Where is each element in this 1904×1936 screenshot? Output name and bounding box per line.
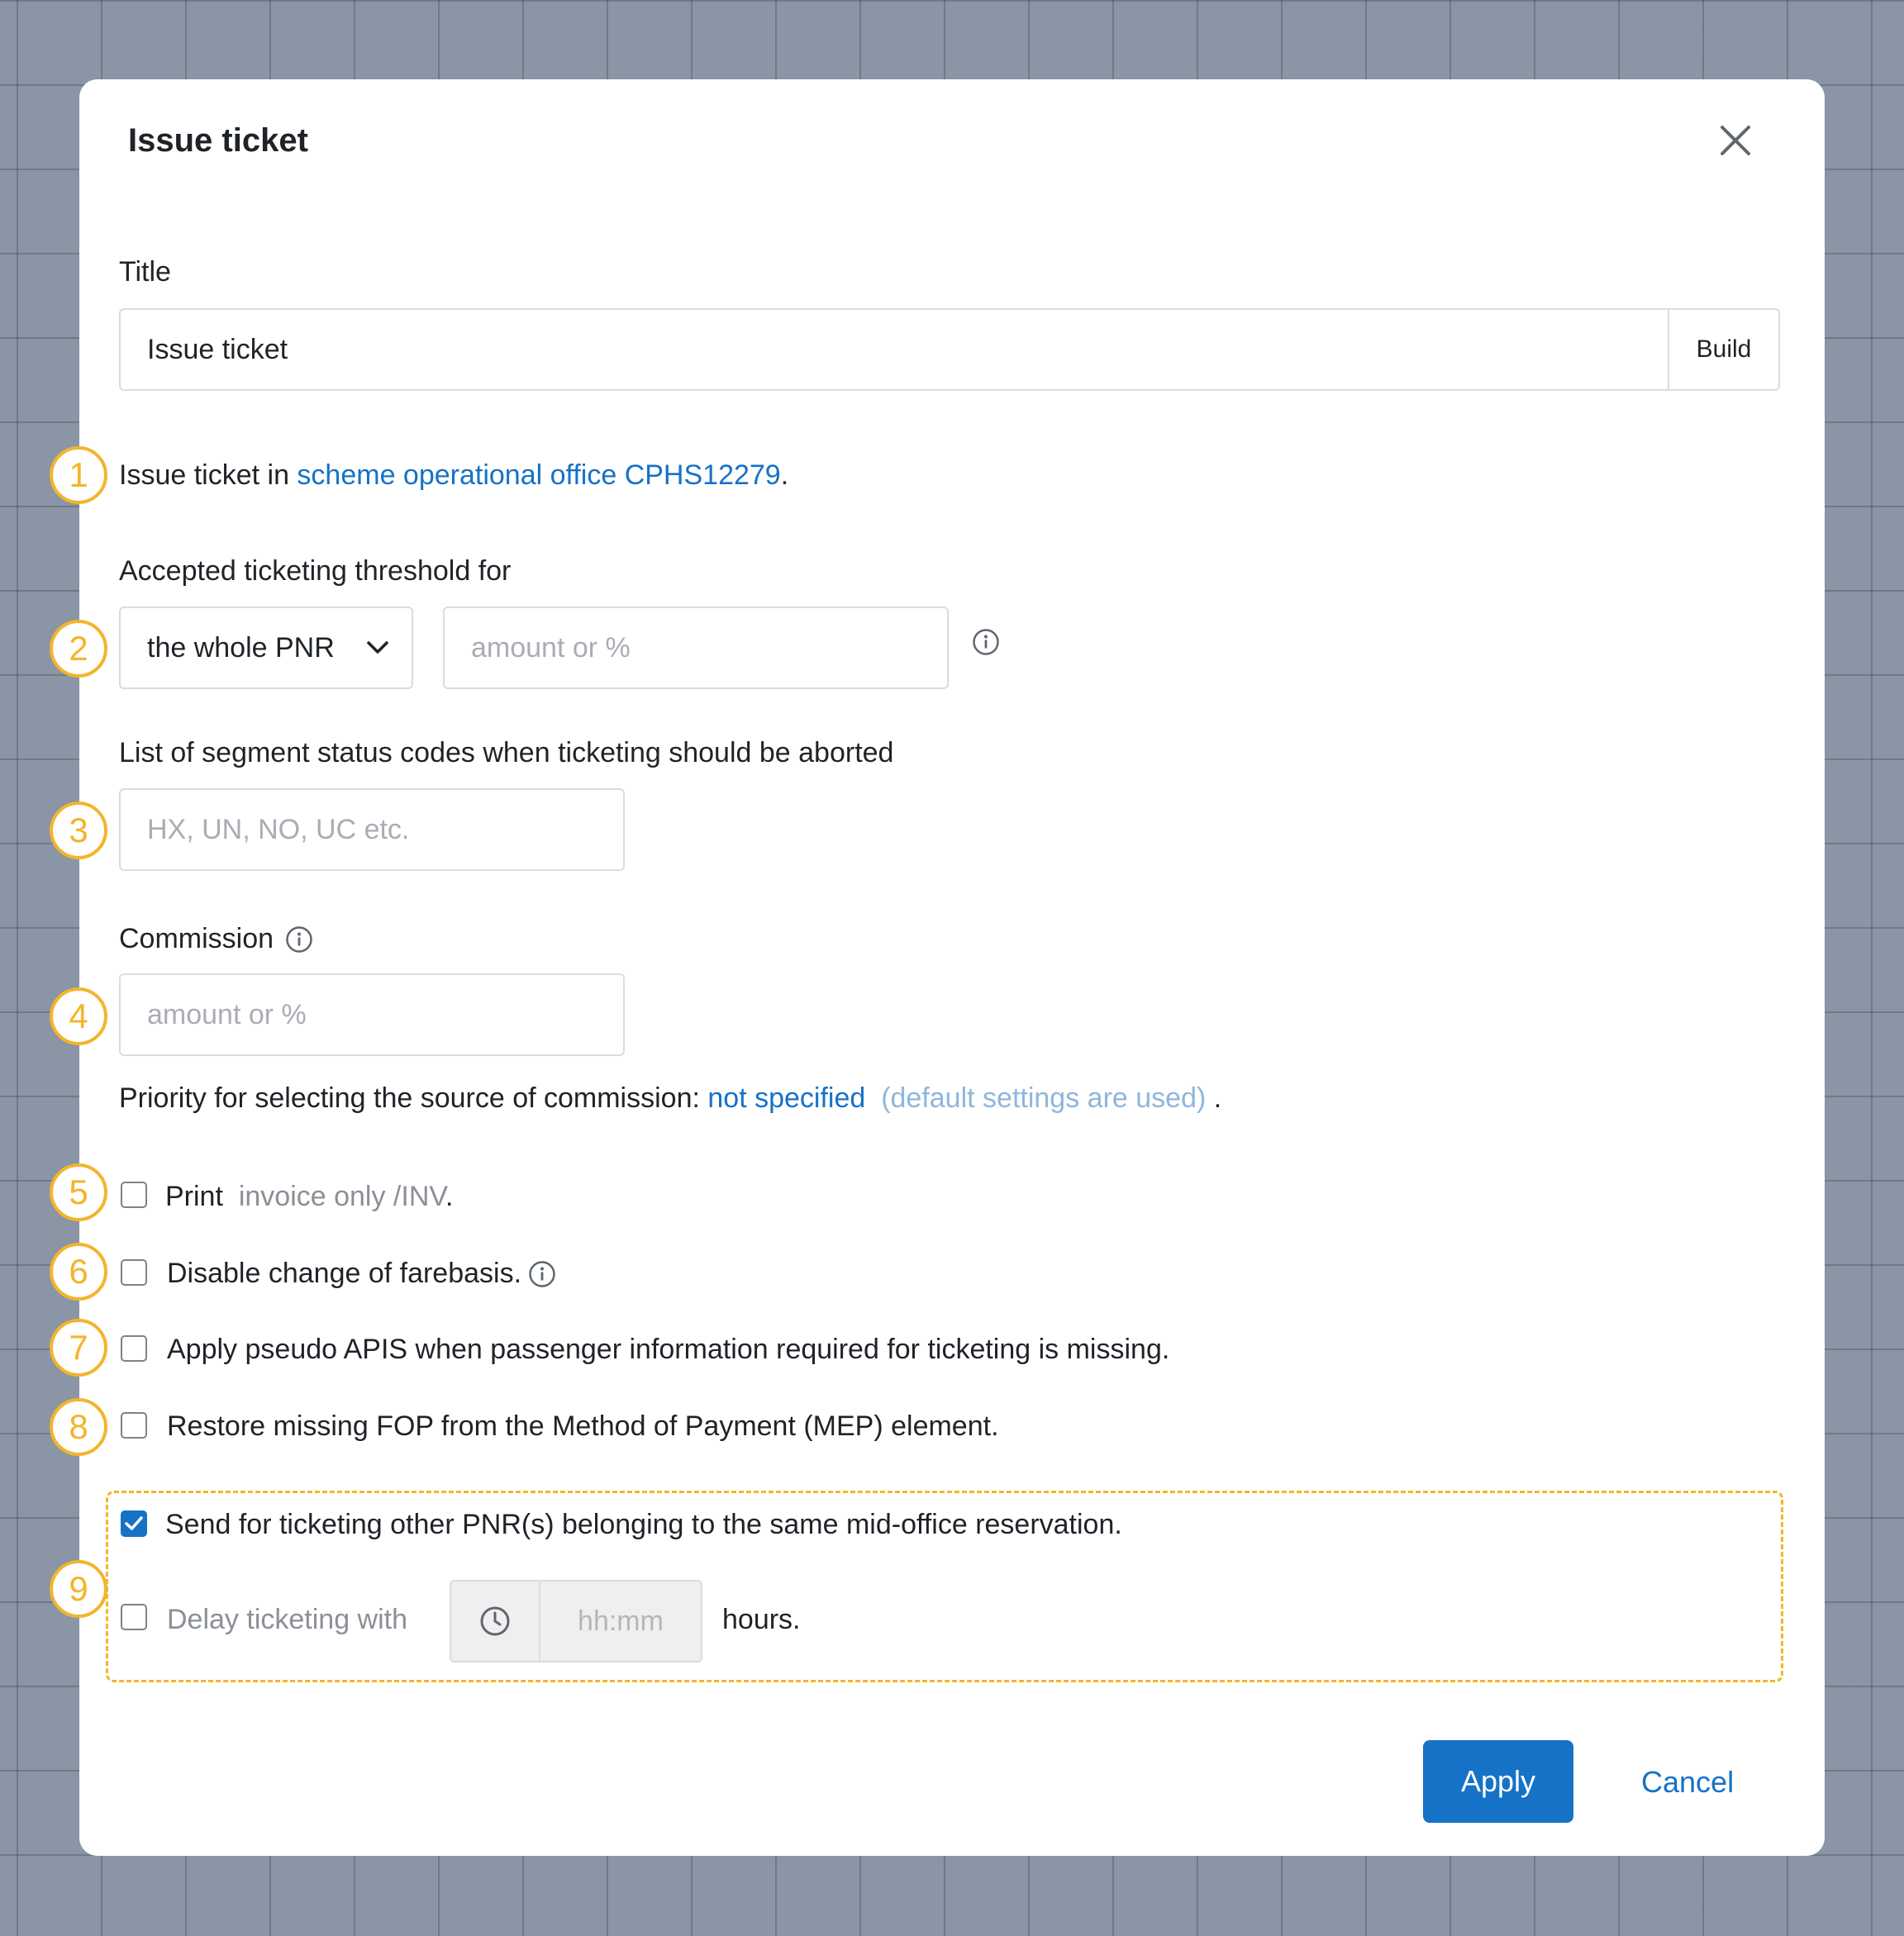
callout-badge: 2 — [50, 620, 107, 678]
threshold-amount-placeholder: amount or % — [471, 631, 631, 664]
title-label: Title — [119, 256, 171, 288]
issue-ticket-dialog: Issue ticket Title Issue ticket Build Is… — [79, 79, 1825, 1856]
delay-suffix: hours. — [722, 1604, 801, 1635]
priority-prefix: Priority for selecting the source of com… — [119, 1082, 708, 1114]
pseudo-apis-checkbox[interactable] — [121, 1335, 147, 1362]
commission-label-row: Commission — [119, 923, 313, 955]
segment-status-input[interactable]: HX, UN, NO, UC etc. — [119, 788, 625, 871]
office-line-prefix: Issue ticket in — [119, 459, 298, 491]
priority-line: Priority for selecting the source of com… — [119, 1082, 1221, 1115]
office-line: Issue ticket in scheme operational offic… — [119, 459, 788, 492]
priority-link[interactable]: not specified — [707, 1082, 865, 1114]
print-label: Print — [165, 1181, 223, 1212]
disable-farebasis-row: Disable change of farebasis. — [167, 1258, 556, 1290]
delay-ticketing-label: Delay ticketing with — [167, 1604, 408, 1635]
close-icon[interactable] — [1716, 121, 1755, 160]
check-icon — [125, 1516, 143, 1530]
print-invoice-checkbox[interactable] — [121, 1182, 147, 1208]
callout-badge: 4 — [50, 987, 107, 1045]
callout-badge: 3 — [50, 802, 107, 859]
priority-suffix: . — [1213, 1082, 1222, 1114]
print-suffix: . — [445, 1181, 454, 1212]
office-link[interactable]: scheme operational office CPHS12279 — [297, 459, 780, 491]
disable-farebasis-label: Disable change of farebasis. — [167, 1258, 522, 1289]
disable-farebasis-checkbox[interactable] — [121, 1259, 147, 1286]
threshold-scope-select[interactable]: the whole PNR — [119, 606, 413, 689]
commission-input[interactable]: amount or % — [119, 973, 625, 1056]
clock-icon — [480, 1606, 510, 1636]
callout-badge: 5 — [50, 1163, 107, 1221]
info-icon[interactable] — [972, 628, 1000, 656]
restore-fop-checkbox[interactable] — [121, 1412, 147, 1439]
send-other-pnrs-label: Send for ticketing other PNR(s) belongin… — [165, 1509, 1122, 1540]
clock-icon-box — [451, 1582, 540, 1661]
delay-time-input[interactable]: hh:mm — [450, 1580, 702, 1662]
print-value: invoice only /INV — [238, 1181, 445, 1212]
build-button[interactable]: Build — [1668, 310, 1778, 389]
threshold-label: Accepted ticketing threshold for — [119, 555, 512, 587]
title-input-value: Issue ticket — [147, 333, 288, 365]
pseudo-apis-label: Apply pseudo APIS when passenger informa… — [167, 1334, 1170, 1365]
send-other-pnrs-checkbox[interactable] — [121, 1510, 147, 1537]
print-invoice-row: Print invoice only /INV. — [165, 1181, 453, 1213]
callout-badge: 6 — [50, 1243, 107, 1301]
threshold-scope-value: the whole PNR — [147, 631, 335, 664]
callout-badge: 1 — [50, 446, 107, 504]
info-icon[interactable] — [528, 1260, 556, 1288]
office-line-suffix: . — [780, 459, 789, 491]
commission-label: Commission — [119, 923, 274, 954]
info-icon[interactable] — [285, 925, 313, 954]
delay-time-placeholder: hh:mm — [578, 1605, 664, 1637]
apply-button[interactable]: Apply — [1423, 1740, 1573, 1823]
callout-badge: 7 — [50, 1319, 107, 1377]
priority-note: (default settings are used) — [881, 1082, 1207, 1114]
chevron-down-icon — [367, 641, 388, 654]
delay-ticketing-checkbox[interactable] — [121, 1604, 147, 1630]
restore-fop-label: Restore missing FOP from the Method of P… — [167, 1410, 999, 1442]
segment-status-label: List of segment status codes when ticket… — [119, 737, 894, 768]
callout-badge: 8 — [50, 1398, 107, 1456]
threshold-amount-input[interactable]: amount or % — [443, 606, 949, 689]
commission-placeholder: amount or % — [147, 998, 307, 1030]
dialog-title: Issue ticket — [128, 122, 308, 159]
title-input[interactable]: Issue ticket Build — [119, 308, 1780, 391]
segment-status-placeholder: HX, UN, NO, UC etc. — [147, 813, 410, 845]
callout-badge: 9 — [50, 1560, 107, 1618]
cancel-button[interactable]: Cancel — [1641, 1765, 1734, 1800]
